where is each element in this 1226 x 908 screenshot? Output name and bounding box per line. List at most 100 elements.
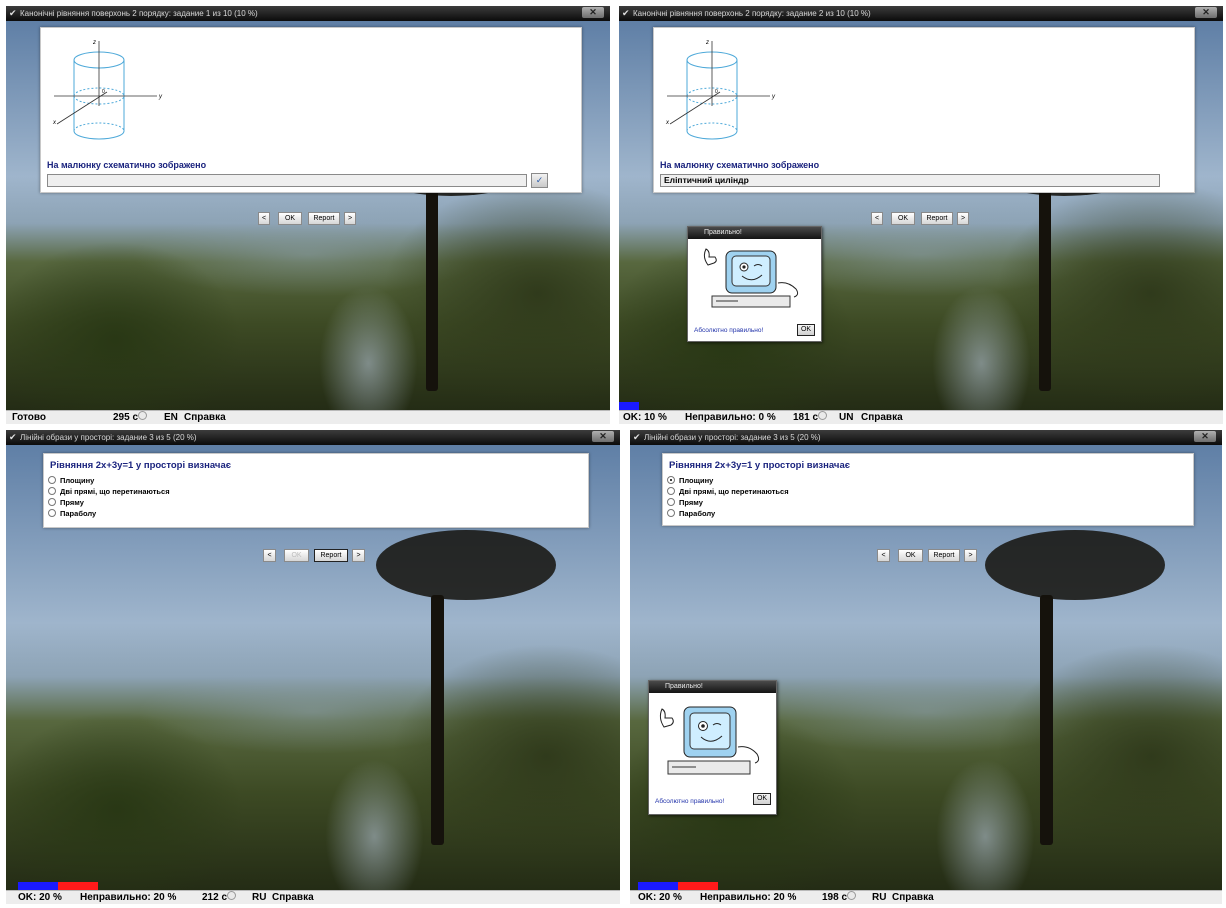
timer: 212 с (202, 891, 237, 904)
help-link[interactable]: Справка (861, 411, 903, 424)
question-area: z y x 0 На малюнку схематично зображено … (653, 27, 1195, 193)
wrong-percent: Неправильно: 0 % (685, 412, 776, 423)
window-title: Лінійні образи у просторі: задание 3 из … (20, 433, 197, 442)
timer: 198 с (822, 891, 857, 904)
close-button[interactable]: ✕ (1195, 7, 1217, 18)
next-button[interactable]: > (352, 549, 365, 562)
report-button[interactable]: Report (314, 549, 348, 562)
progress-ok-bar (619, 402, 639, 410)
option-parabola[interactable]: Параболу (667, 509, 715, 518)
radio-button-selected[interactable] (667, 476, 675, 484)
option-line[interactable]: Пряму (48, 498, 84, 507)
ok-button[interactable]: OK (898, 549, 923, 562)
radio-button[interactable] (48, 487, 56, 495)
next-button[interactable]: > (344, 212, 356, 225)
cylinder-bottom-back (73, 122, 125, 132)
answer-input[interactable]: Еліптичний циліндр (660, 174, 1160, 187)
close-button[interactable]: ✕ (1194, 431, 1216, 442)
radio-button[interactable] (667, 509, 675, 517)
cylinder-bottom-back (686, 122, 738, 132)
radio-button[interactable] (48, 509, 56, 517)
radio-button[interactable] (48, 476, 56, 484)
close-button[interactable]: ✕ (582, 7, 604, 18)
option-plane[interactable]: Площину (48, 476, 94, 485)
checkmark-app-icon: ✔ (9, 8, 17, 18)
window-title: Канонічні рівняння поверхонь 2 порядку: … (20, 9, 258, 18)
panel-2-window: ✔ Канонічні рівняння поверхонь 2 порядку… (619, 6, 1223, 424)
ok-button[interactable]: OK (278, 212, 302, 225)
radio-button[interactable] (667, 498, 675, 506)
next-button[interactable]: > (957, 212, 969, 225)
x-axis (56, 91, 108, 125)
prev-button[interactable]: < (871, 212, 883, 225)
question-area: Рівняння 2x+3y=1 у просторі визначає Пло… (43, 453, 589, 528)
help-link[interactable]: Справка (272, 891, 314, 904)
checkmark-app-icon: ✔ (622, 8, 630, 18)
help-link[interactable]: Справка (184, 411, 226, 424)
window-titlebar: ✔ Канонічні рівняння поверхонь 2 порядку… (6, 6, 610, 21)
window-titlebar: ✔ Лінійні образи у просторі: задание 3 и… (630, 430, 1222, 445)
dialog-ok-button[interactable]: OK (753, 793, 771, 805)
ok-percent: OK: 20 % (638, 892, 682, 903)
radio-button[interactable] (667, 487, 675, 495)
language-indicator[interactable]: EN (164, 411, 178, 424)
ok-button[interactable]: OK (284, 549, 309, 562)
question-text: На малюнку схематично зображено (47, 160, 207, 170)
dialog-title: Правильно! (649, 681, 776, 693)
dialog-title: Правильно! (688, 227, 821, 239)
answer-input[interactable] (47, 174, 527, 187)
ok-percent: OK: 20 % (18, 892, 62, 903)
report-button[interactable]: Report (928, 549, 960, 562)
prev-button[interactable]: < (258, 212, 270, 225)
window-titlebar: ✔ Лінійні образи у просторі: задание 3 и… (6, 430, 620, 445)
panel-4-window: ✔ Лінійні образи у просторі: задание 3 и… (630, 430, 1222, 904)
clock-icon (847, 891, 857, 900)
language-indicator[interactable]: RU (872, 891, 886, 904)
origin-label: 0 (715, 89, 718, 95)
smiling-computer-icon (703, 248, 799, 308)
close-button[interactable]: ✕ (592, 431, 614, 442)
ok-percent: OK: 10 % (623, 412, 667, 423)
z-axis-label: z (705, 40, 709, 46)
progress-wrong-bar (58, 882, 98, 890)
submit-answer-button[interactable]: ✓ (531, 173, 548, 188)
option-line[interactable]: Пряму (667, 498, 703, 507)
window-title: Лінійні образи у просторі: задание 3 из … (644, 433, 821, 442)
z-axis-label: z (92, 40, 96, 46)
timer: 181 с (793, 411, 828, 424)
panel-3-window: ✔ Лінійні образи у просторі: задание 3 и… (6, 430, 620, 904)
question-text: Рівняння 2x+3y=1 у просторі визначає (50, 460, 231, 471)
report-button[interactable]: Report (308, 212, 340, 225)
option-two-intersecting-lines[interactable]: Дві прямі, що перетинаються (667, 487, 789, 496)
tree-silhouette (426, 171, 438, 391)
tree-silhouette (1039, 171, 1051, 391)
status-bar: OK: 10 % Неправильно: 0 % 181 с UN Справ… (619, 410, 1223, 424)
language-indicator[interactable]: UN (839, 411, 853, 424)
status-text: Готово (12, 412, 47, 423)
option-parabola[interactable]: Параболу (48, 509, 96, 518)
question-area: Рівняння 2x+3y=1 у просторі визначає Пло… (662, 453, 1194, 526)
radio-button[interactable] (48, 498, 56, 506)
y-axis-label: y (158, 94, 163, 100)
prev-button[interactable]: < (263, 549, 276, 562)
language-indicator[interactable]: RU (252, 891, 266, 904)
cylinder-bottom-front (73, 130, 125, 140)
option-plane[interactable]: Площину (667, 476, 713, 485)
report-button[interactable]: Report (921, 212, 953, 225)
window-title: Канонічні рівняння поверхонь 2 порядку: … (633, 9, 871, 18)
dialog-message: Абсолютно правильно! (694, 327, 764, 334)
x-axis (669, 91, 721, 125)
wrong-percent: Неправильно: 20 % (700, 892, 797, 903)
clock-icon (227, 891, 237, 900)
dialog-ok-button[interactable]: OK (797, 324, 815, 336)
option-two-intersecting-lines[interactable]: Дві прямі, що перетинаються (48, 487, 170, 496)
ok-button[interactable]: OK (891, 212, 915, 225)
clock-icon (138, 411, 148, 420)
status-bar: OK: 20 % Неправильно: 20 % 198 с RU Спра… (630, 890, 1222, 904)
next-button[interactable]: > (964, 549, 977, 562)
progress-ok-bar (18, 882, 58, 890)
help-link[interactable]: Справка (892, 891, 934, 904)
prev-button[interactable]: < (877, 549, 890, 562)
dialog-message: Абсолютно правильно! (655, 798, 725, 805)
x-axis-label: x (665, 120, 670, 126)
